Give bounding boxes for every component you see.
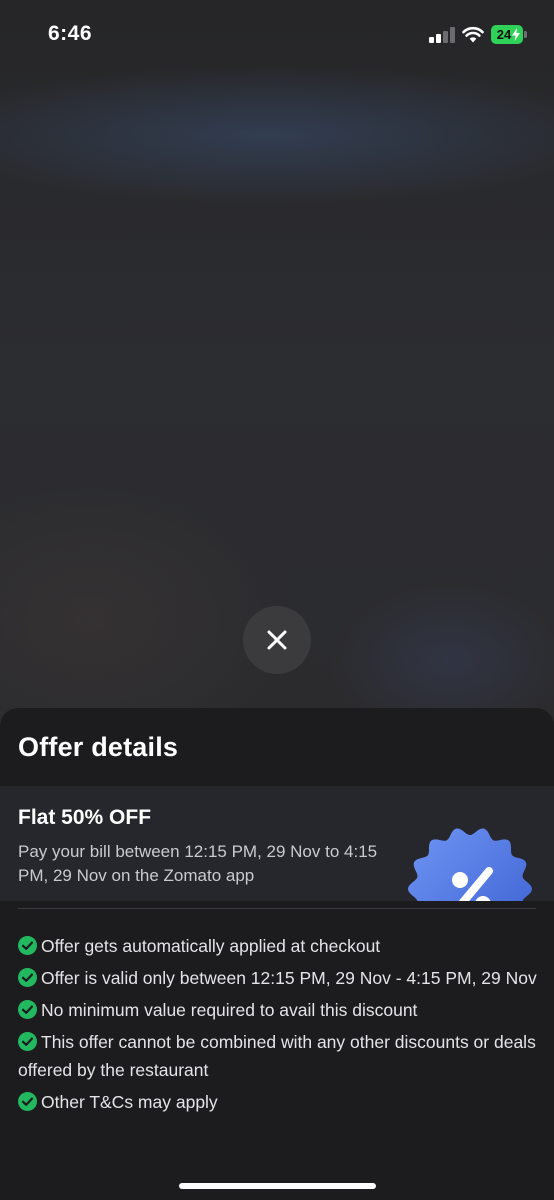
term-item: No minimum value required to avail this …: [18, 996, 540, 1024]
terms-list: Offer gets automatically applied at chec…: [18, 932, 540, 1116]
term-item: Offer gets automatically applied at chec…: [18, 932, 540, 960]
offer-card: Flat 50% OFF Pay your bill between 12:15…: [0, 786, 554, 901]
check-circle-icon: [18, 968, 37, 987]
battery-level: 24: [496, 27, 512, 42]
term-text: No minimum value required to avail this …: [41, 1000, 418, 1020]
offer-description: Pay your bill between 12:15 PM, 29 Nov t…: [18, 842, 378, 885]
divider: [18, 908, 536, 909]
offer-details-sheet: Offer details Flat 50% OFF Pay your bill…: [0, 708, 554, 1200]
wifi-icon: [462, 27, 484, 43]
status-bar: 6:46 24: [0, 0, 554, 72]
term-text: Offer gets automatically applied at chec…: [41, 936, 381, 956]
cellular-signal-icon: [429, 27, 455, 43]
battery-indicator: 24: [491, 25, 523, 44]
close-icon: [267, 630, 287, 650]
percent-badge-icon: [408, 828, 532, 901]
check-circle-icon: [18, 1000, 37, 1019]
charging-bolt-icon: [512, 28, 520, 41]
home-indicator: [179, 1183, 376, 1189]
check-circle-icon: [18, 1032, 37, 1051]
term-text: Other T&Cs may apply: [41, 1092, 218, 1112]
offer-heading: Flat 50% OFF: [18, 806, 152, 829]
term-item: Other T&Cs may apply: [18, 1088, 540, 1116]
check-circle-icon: [18, 1092, 37, 1111]
status-time: 6:46: [48, 22, 93, 45]
term-item: Offer is valid only between 12:15 PM, 29…: [18, 964, 540, 992]
battery-nub: [524, 31, 527, 38]
term-text: This offer cannot be combined with any o…: [18, 1032, 536, 1080]
sheet-title: Offer details: [18, 732, 179, 762]
check-circle-icon: [18, 936, 37, 955]
term-item: This offer cannot be combined with any o…: [18, 1028, 540, 1084]
term-text: Offer is valid only between 12:15 PM, 29…: [41, 968, 537, 988]
close-button[interactable]: [243, 606, 311, 674]
